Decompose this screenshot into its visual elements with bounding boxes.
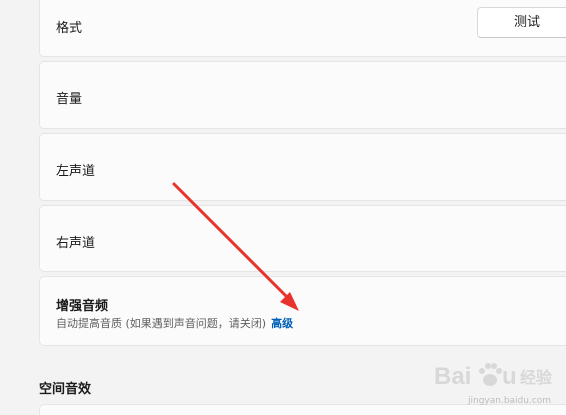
right-channel-card[interactable]: 右声道 (39, 205, 566, 272)
left-channel-card[interactable]: 左声道 (39, 133, 566, 201)
baidu-paw-logo-icon: Bai u 经验 (434, 363, 553, 390)
format-card: 格式 测试 (39, 0, 566, 57)
advanced-link[interactable]: 高级 (271, 317, 293, 330)
volume-card[interactable]: 音量 (39, 61, 566, 129)
test-button[interactable]: 测试 (477, 7, 566, 38)
enhance-audio-card: 增强音频 自动提高音质 (如果遇到声音问题，请关闭) 高级 (39, 276, 566, 346)
enhance-audio-description-text: 自动提高音质 (如果遇到声音问题，请关闭) (56, 317, 267, 330)
enhance-audio-description: 自动提高音质 (如果遇到声音问题，请关闭) 高级 (56, 315, 293, 331)
spatial-audio-heading: 空间音效 (39, 382, 92, 397)
svg-text:u: u (502, 363, 517, 390)
left-channel-label: 左声道 (56, 164, 96, 179)
svg-text:Bai: Bai (434, 363, 471, 390)
watermark-url: jingyan.baidu.com (468, 396, 552, 406)
svg-text:经验: 经验 (520, 368, 553, 387)
sound-settings-page: 格式 测试 音量 左声道 右声道 增强音频 自动提高音质 (如果遇到声音问题，请… (0, 0, 566, 415)
volume-label: 音量 (56, 92, 83, 107)
right-channel-label: 右声道 (56, 236, 96, 251)
format-label: 格式 (56, 21, 83, 36)
enhance-audio-label: 增强音频 (56, 299, 109, 314)
